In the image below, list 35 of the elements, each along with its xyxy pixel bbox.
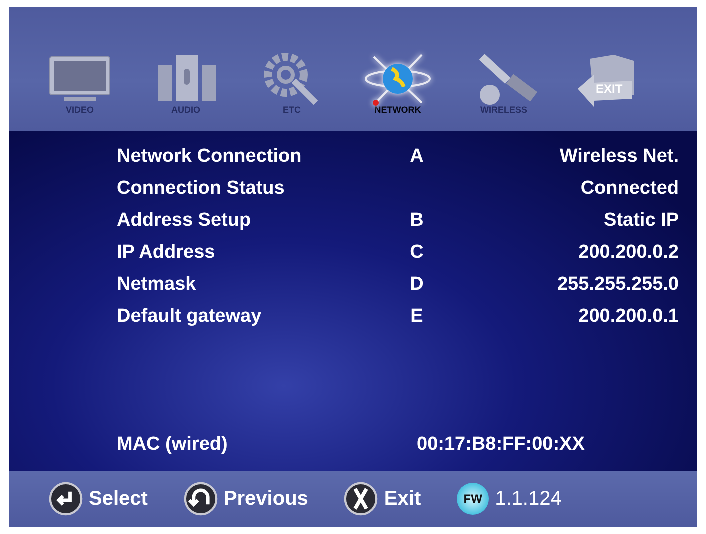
menu-label: AUDIO <box>172 105 200 115</box>
shortcut-key: A <box>387 146 447 168</box>
setting-value: Wireless Net. <box>558 146 679 168</box>
enter-key-icon <box>49 482 83 516</box>
setting-value: Static IP <box>603 210 679 232</box>
hint-label: Select <box>89 488 148 510</box>
menu-label: VIDEO <box>66 105 94 115</box>
menu-tab[interactable]: NETWORK <box>360 51 436 115</box>
setting-label: Network Connection <box>117 146 303 168</box>
setting-label: Netmask <box>117 274 198 296</box>
menu-label: ETC <box>283 105 301 115</box>
hint-label: Previous <box>224 488 308 510</box>
menu-tab[interactable]: WIRELESS <box>466 51 542 115</box>
setting-value: Connected <box>580 178 679 200</box>
mac-value: 00:17:B8:FF:00:XX <box>417 434 585 456</box>
shortcut-key: E <box>387 306 447 328</box>
hint-label: Exit <box>384 488 422 510</box>
menu-tab[interactable]: AUDIO <box>148 51 224 115</box>
setting-value: 255.255.255.0 <box>556 274 679 296</box>
menu-tab[interactable]: ETC <box>254 51 330 115</box>
setting-value: 200.200.0.2 <box>578 242 679 264</box>
firmware-badge: FW <box>457 483 490 515</box>
setting-label: Address Setup <box>117 210 252 232</box>
shortcut-key: B <box>387 210 447 232</box>
menu-label: WIRELESS <box>480 105 528 115</box>
menu-label: NETWORK <box>374 105 422 115</box>
shortcut-key: C <box>387 242 447 264</box>
setting-label: IP Address <box>117 242 216 264</box>
shortcut-key: D <box>387 274 447 296</box>
firmware-version: 1.1.124 <box>495 488 562 510</box>
mac-label: MAC (wired) <box>117 434 229 456</box>
menu-tab[interactable]: VIDEO <box>42 51 118 115</box>
setting-label: Default gateway <box>117 306 263 328</box>
setting-label: Connection Status <box>117 178 286 200</box>
setting-value: 200.200.0.1 <box>578 306 679 328</box>
